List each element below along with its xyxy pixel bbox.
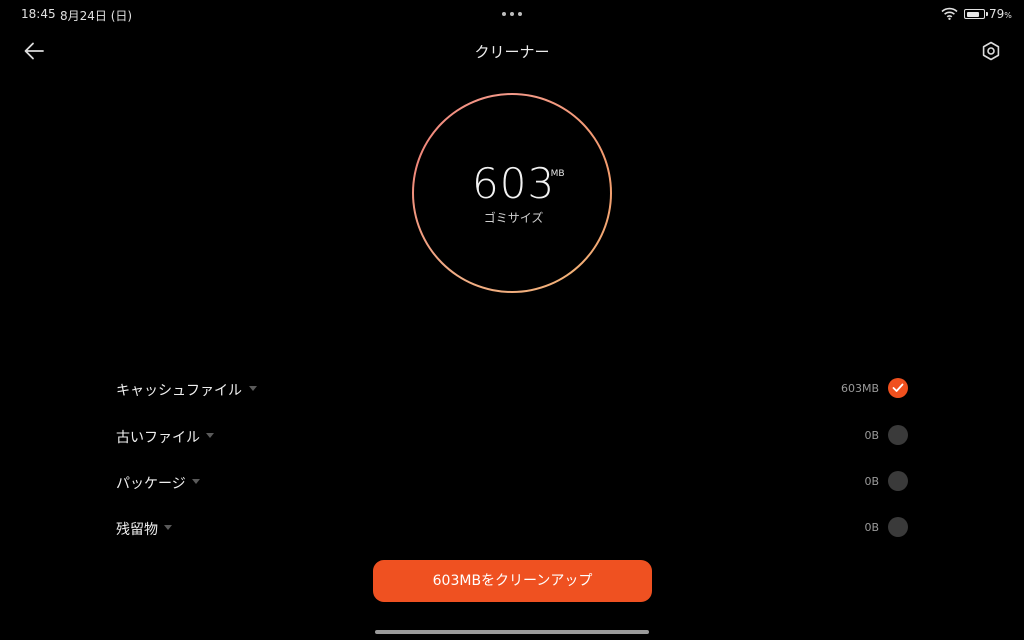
caret-down-icon[interactable] (164, 525, 172, 530)
category-size: 0B (864, 475, 879, 488)
category-label: 残留物 (116, 522, 158, 538)
category-label: 古いファイル (116, 430, 200, 446)
junk-size-label: ゴミサイズ (483, 210, 544, 225)
back-button[interactable] (22, 40, 46, 62)
status-date: 8月24日 (日) (60, 9, 133, 23)
checkbox[interactable] (888, 471, 908, 491)
wifi-icon (941, 7, 958, 20)
cleanup-button[interactable]: 603MBをクリーンアップ (373, 560, 652, 602)
caret-down-icon[interactable] (249, 386, 257, 391)
caret-down-icon[interactable] (192, 479, 200, 484)
checkbox[interactable] (888, 517, 908, 537)
settings-button[interactable] (980, 40, 1002, 62)
category-row-cache[interactable]: キャッシュファイル 603MB (112, 373, 912, 403)
category-row-packages[interactable]: パッケージ 0B (112, 466, 912, 496)
battery-level: 79% (989, 7, 1012, 21)
category-size: 0B (864, 429, 879, 442)
category-size: 603MB (840, 382, 879, 395)
checkbox[interactable] (888, 378, 908, 398)
page-title: クリーナー (474, 43, 550, 61)
checkbox[interactable] (888, 425, 908, 445)
caret-down-icon[interactable] (206, 433, 214, 438)
battery-icon (964, 9, 988, 19)
junk-size-unit: MB (550, 168, 565, 179)
junk-size-ring: 603 MB ゴミサイズ (412, 93, 612, 293)
home-indicator[interactable] (375, 630, 649, 634)
multitask-dots-icon[interactable] (502, 12, 522, 16)
category-row-residuals[interactable]: 残留物 0B (112, 512, 912, 542)
junk-size-value: 603 (472, 158, 556, 208)
status-time: 18:45 (21, 7, 56, 21)
category-label: パッケージ (116, 476, 186, 492)
category-row-old-files[interactable]: 古いファイル 0B (112, 420, 912, 450)
category-label: キャッシュファイル (116, 383, 242, 399)
checkmark-icon (892, 383, 904, 392)
category-size: 0B (864, 521, 879, 534)
